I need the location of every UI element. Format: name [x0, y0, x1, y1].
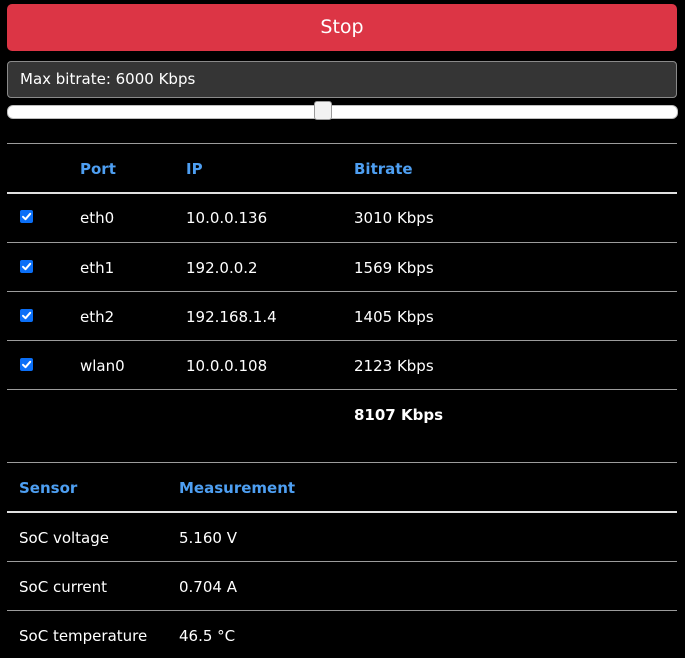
table-row-bitrate: 2123 Kbps: [354, 357, 434, 375]
bitrate-column-header: Bitrate: [354, 160, 413, 178]
bitrate-slider-thumb[interactable]: [314, 101, 332, 120]
eth2-enabled-checkbox[interactable]: [20, 309, 33, 322]
sensor-name: SoC voltage: [19, 529, 109, 547]
table-row-bitrate: 1405 Kbps: [354, 308, 434, 326]
eth1-enabled-checkbox[interactable]: [20, 260, 33, 273]
app-root: Stop Max bitrate: 6000 Kbps Port IP Bitr…: [0, 0, 685, 658]
divider: [7, 389, 677, 390]
sensor-name: SoC temperature: [19, 627, 148, 645]
sensor-value: 0.704 A: [179, 578, 237, 596]
divider: [7, 511, 677, 513]
sensor-value: 5.160 V: [179, 529, 237, 547]
table-row-bitrate: 3010 Kbps: [354, 209, 434, 227]
check-icon: [22, 262, 32, 271]
check-icon: [22, 212, 32, 221]
stop-button[interactable]: Stop: [7, 4, 677, 51]
divider: [7, 192, 677, 194]
wlan0-enabled-checkbox[interactable]: [20, 358, 33, 371]
table-row-ip: 192.0.0.2: [186, 259, 258, 277]
sensor-column-header: Sensor: [19, 479, 78, 497]
divider: [7, 462, 677, 463]
divider: [7, 143, 677, 144]
table-row-bitrate: 1569 Kbps: [354, 259, 434, 277]
divider: [7, 340, 677, 341]
check-icon: [22, 311, 32, 320]
table-row-port: eth1: [80, 259, 115, 277]
port-column-header: Port: [80, 160, 116, 178]
table-row-port: eth0: [80, 209, 115, 227]
table-row-ip: 10.0.0.136: [186, 209, 268, 227]
divider: [7, 291, 677, 292]
sensor-value: 46.5 °C: [179, 627, 236, 645]
eth0-enabled-checkbox[interactable]: [20, 210, 33, 223]
check-icon: [22, 360, 32, 369]
table-row-port: wlan0: [80, 357, 125, 375]
sensor-name: SoC current: [19, 578, 108, 596]
ip-column-header: IP: [186, 160, 203, 178]
bitrate-slider-track[interactable]: [7, 105, 678, 119]
total-bitrate: 8107 Kbps: [354, 406, 443, 424]
max-bitrate-display: Max bitrate: 6000 Kbps: [7, 61, 677, 98]
measurement-column-header: Measurement: [179, 479, 296, 497]
table-row-port: eth2: [80, 308, 115, 326]
divider: [7, 242, 677, 243]
table-row-ip: 10.0.0.108: [186, 357, 268, 375]
divider: [7, 561, 677, 562]
divider: [7, 610, 677, 611]
table-row-ip: 192.168.1.4: [186, 308, 277, 326]
